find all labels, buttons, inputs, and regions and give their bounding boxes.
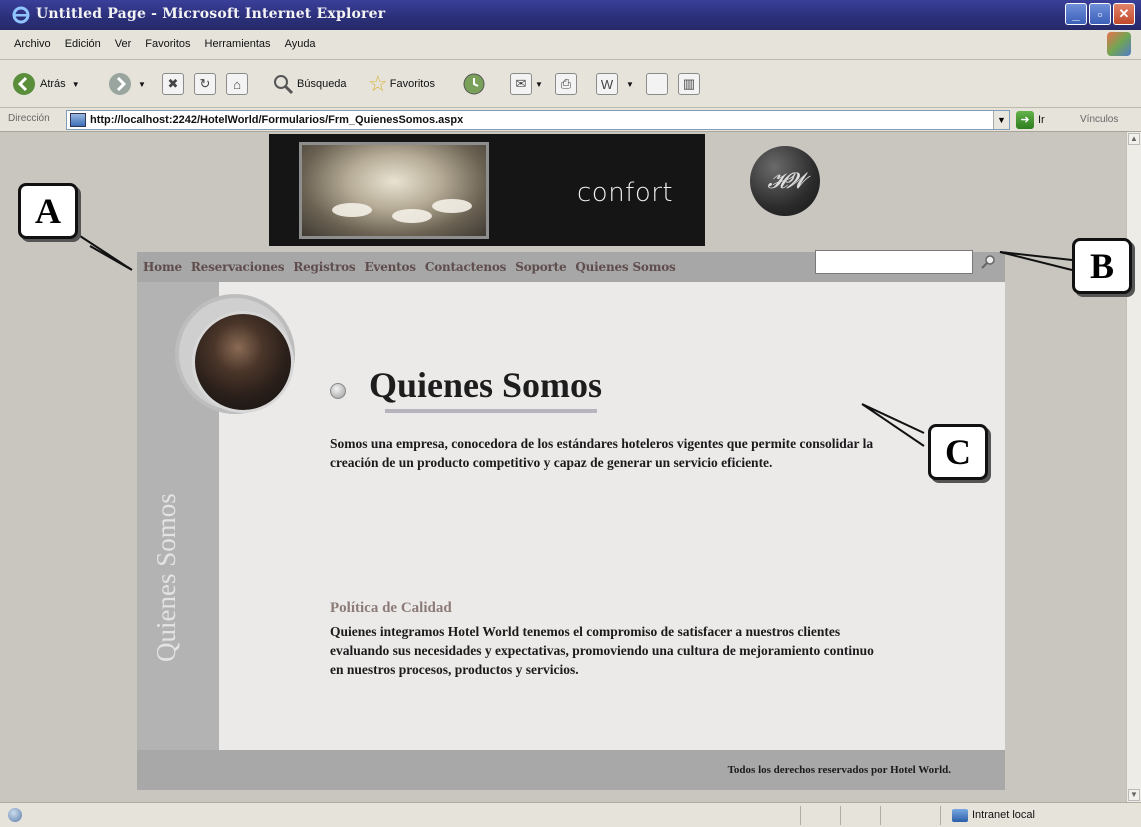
mail-dropdown-icon[interactable]: ▼ — [535, 80, 543, 89]
research-button[interactable]: ▥ — [678, 70, 700, 98]
page-icon — [70, 113, 86, 127]
scroll-down-icon[interactable]: ▼ — [1128, 789, 1140, 801]
favorites-label: Favoritos — [389, 78, 435, 90]
menu-ver[interactable]: Ver — [115, 38, 132, 50]
logo-monogram: 𝓗𝓦 — [767, 168, 807, 194]
site-search-icon[interactable] — [979, 253, 997, 271]
back-button[interactable]: Atrás ▼ — [12, 70, 80, 98]
home-icon: ⌂ — [226, 73, 248, 95]
nav-reservaciones[interactable]: Reservaciones — [191, 260, 285, 274]
home-button[interactable]: ⌂ — [226, 70, 248, 98]
hotel-logo[interactable]: 𝓗𝓦 — [750, 146, 820, 216]
menu-edicion[interactable]: Edición — [65, 38, 101, 50]
header-banner: confort — [269, 134, 705, 246]
nav-contactenos[interactable]: Contactenos — [425, 260, 507, 274]
heading-bullet-icon — [330, 383, 346, 399]
print-button[interactable]: ⎙ — [555, 70, 577, 98]
forward-arrow-icon — [109, 73, 131, 95]
search-label: Búsqueda — [297, 78, 347, 90]
discuss-icon — [646, 73, 668, 95]
refresh-icon: ↻ — [194, 73, 216, 95]
address-url[interactable]: http://localhost:2242/HotelWorld/Formula… — [90, 114, 463, 126]
magnifier-icon — [274, 75, 294, 95]
address-label: Dirección — [8, 113, 50, 124]
nav-home[interactable]: Home — [143, 260, 182, 274]
maximize-button[interactable]: ▫ — [1089, 3, 1111, 25]
history-button[interactable] — [462, 70, 486, 98]
edit-dropdown-icon[interactable]: ▼ — [626, 80, 634, 89]
nav-eventos[interactable]: Eventos — [364, 260, 416, 274]
window-controls: _ ▫ ✕ — [1065, 3, 1135, 25]
title-underline — [385, 409, 597, 413]
word-icon: W — [596, 73, 618, 95]
nav-quienes-somos[interactable]: Quienes Somos — [575, 260, 675, 274]
scroll-up-icon[interactable]: ▲ — [1128, 133, 1140, 145]
back-dropdown-icon[interactable]: ▼ — [72, 80, 80, 89]
standard-toolbar: Atrás ▼ ▼ ✖ ↻ ⌂ Búsqueda ☆ Favoritos ✉ ▼ … — [0, 60, 1141, 108]
nav-soporte[interactable]: Soporte — [515, 260, 566, 274]
refresh-button[interactable]: ↻ — [194, 70, 216, 98]
sidebar-vertical-title: Quienes Somos — [151, 493, 181, 662]
printer-icon: ⎙ — [555, 73, 577, 95]
content-panel: Quienes Somos Quienes Somos Somos una em… — [137, 282, 1005, 790]
quality-heading: Política de Calidad — [330, 600, 452, 616]
intranet-zone-icon — [952, 809, 968, 822]
menu-archivo[interactable]: Archivo — [14, 38, 51, 50]
page-footer: Todos los derechos reservados por Hotel … — [137, 750, 1005, 790]
links-button[interactable]: Vínculos — [1080, 114, 1118, 125]
vertical-scrollbar[interactable]: ▲ ▼ — [1126, 132, 1141, 802]
security-zone: Intranet local — [972, 809, 1035, 821]
avatar-photo — [192, 311, 294, 413]
menu-ayuda[interactable]: Ayuda — [285, 38, 316, 50]
callout-c: C — [928, 424, 988, 480]
menu-favoritos[interactable]: Favoritos — [145, 38, 190, 50]
back-arrow-icon — [13, 73, 35, 95]
status-bar: Intranet local — [0, 802, 1141, 827]
callout-a: A — [18, 183, 78, 239]
banner-word: confort — [577, 178, 674, 208]
address-input[interactable]: http://localhost:2242/HotelWorld/Formula… — [66, 110, 1010, 130]
callout-b: B — [1072, 238, 1132, 294]
mail-icon: ✉ — [510, 73, 532, 95]
history-icon — [463, 73, 485, 95]
site-search-input[interactable] — [815, 250, 973, 274]
close-button[interactable]: ✕ — [1113, 3, 1135, 25]
nav-registros[interactable]: Registros — [293, 260, 355, 274]
ie-logo-icon — [12, 6, 30, 24]
menu-herramientas[interactable]: Herramientas — [205, 38, 271, 50]
favorites-button[interactable]: ☆ Favoritos — [368, 70, 435, 98]
forward-dropdown-icon[interactable]: ▼ — [138, 80, 146, 89]
discuss-button[interactable] — [646, 70, 668, 98]
page-status-icon — [8, 808, 22, 822]
menu-bar: Archivo Edición Ver Favoritos Herramient… — [0, 30, 1141, 60]
go-button[interactable]: Ir — [1038, 114, 1045, 126]
book-icon: ▥ — [678, 73, 700, 95]
page-title: Quienes Somos — [369, 365, 603, 405]
minimize-button[interactable]: _ — [1065, 3, 1087, 25]
search-button[interactable]: Búsqueda — [272, 70, 347, 98]
forward-button[interactable]: ▼ — [108, 70, 146, 98]
stop-icon: ✖ — [162, 73, 184, 95]
intro-paragraph: Somos una empresa, conocedora de los est… — [330, 436, 874, 470]
edit-button[interactable]: W ▼ — [596, 70, 634, 98]
stop-button[interactable]: ✖ — [162, 70, 184, 98]
star-icon: ☆ — [368, 71, 388, 96]
quality-paragraph: Quienes integramos Hotel World tenemos e… — [330, 624, 874, 677]
back-label: Atrás — [40, 78, 66, 90]
windows-logo-icon — [1107, 32, 1131, 56]
footer-text: Todos los derechos reservados por Hotel … — [727, 764, 951, 776]
window-title: Untitled Page - Microsoft Internet Explo… — [36, 6, 386, 22]
browser-window: Untitled Page - Microsoft Internet Explo… — [0, 0, 1141, 827]
address-dropdown-icon[interactable]: ▼ — [993, 111, 1009, 129]
go-arrow-icon[interactable]: ➜ — [1016, 111, 1034, 129]
title-bar: Untitled Page - Microsoft Internet Explo… — [0, 0, 1141, 30]
mail-button[interactable]: ✉ ▼ — [510, 70, 543, 98]
address-bar: Dirección http://localhost:2242/HotelWor… — [0, 108, 1141, 132]
restaurant-photo — [299, 142, 489, 239]
